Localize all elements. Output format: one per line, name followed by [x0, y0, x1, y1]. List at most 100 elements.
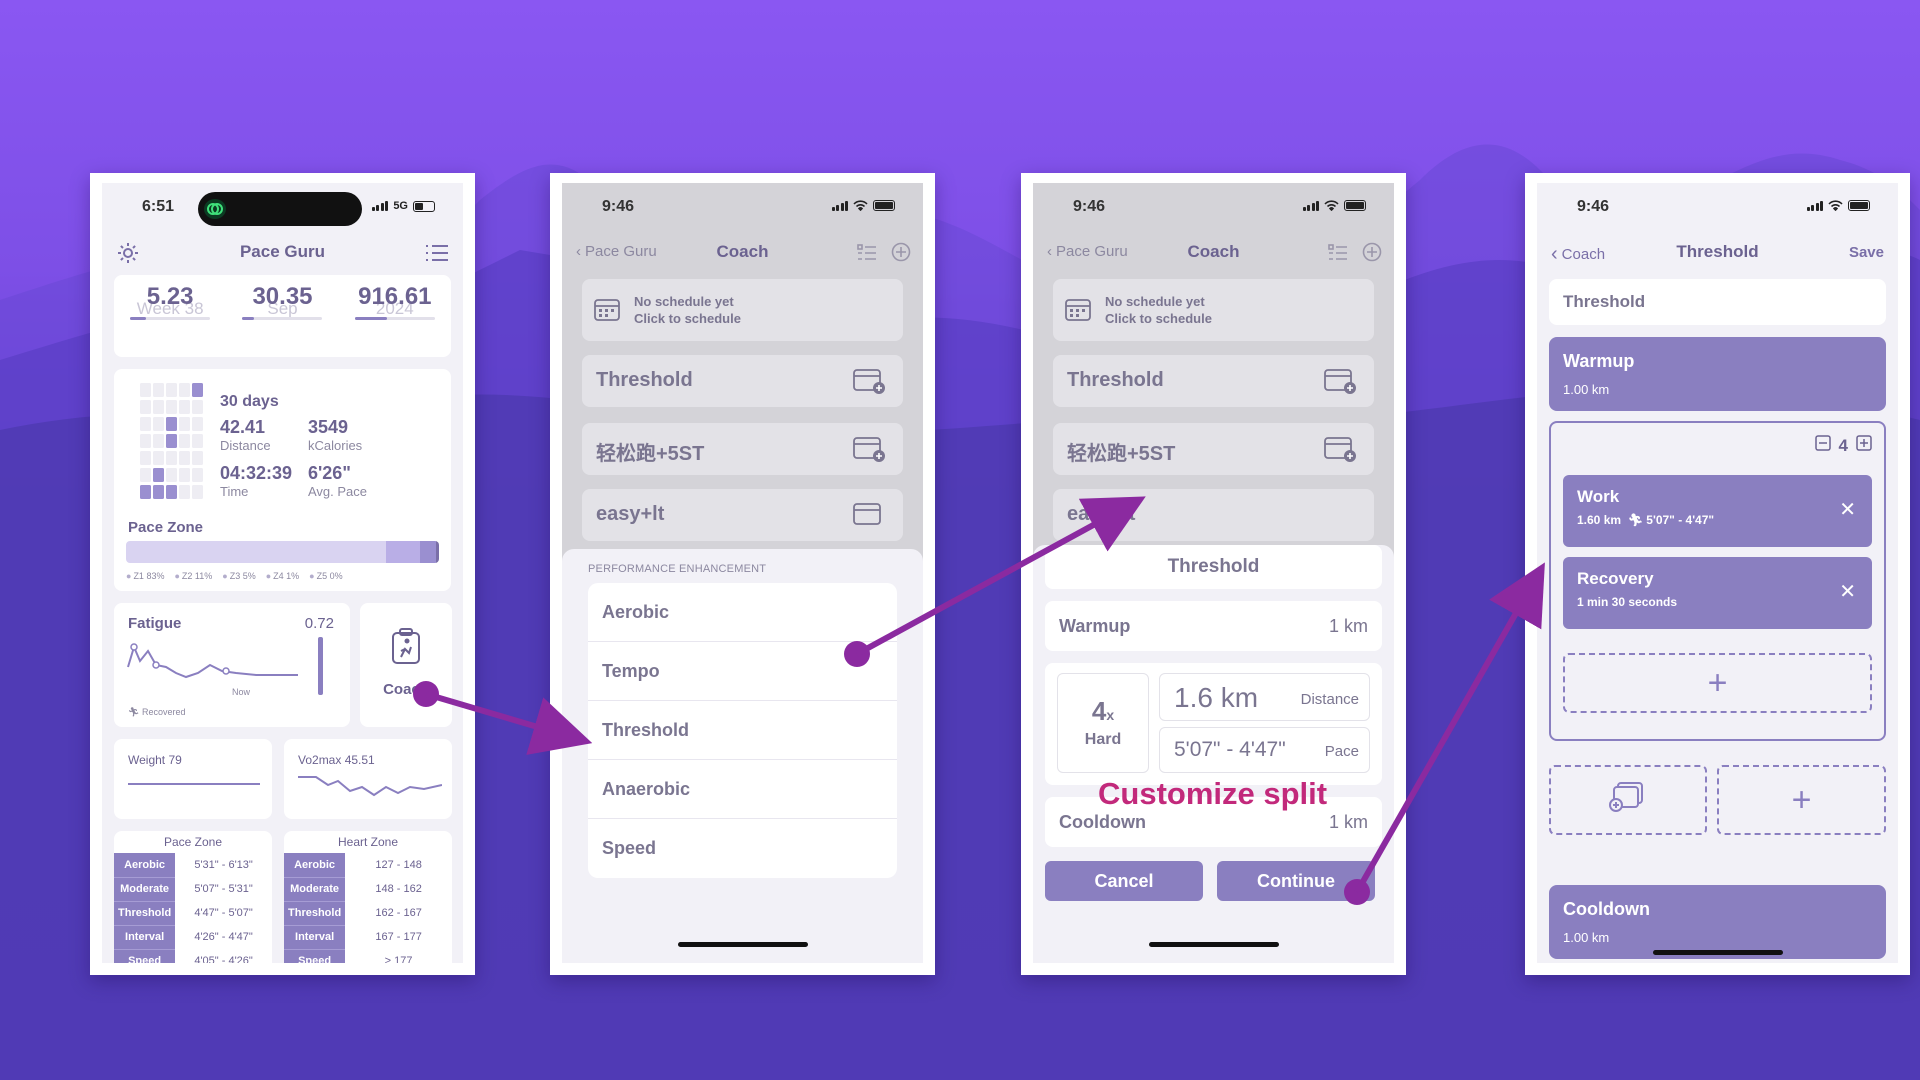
warmup-row[interactable]: Warmup 1 km: [1045, 601, 1382, 651]
day-cell: [153, 417, 164, 431]
day-cell: [140, 400, 151, 414]
status-bar: 9:46: [1537, 183, 1898, 231]
continue-button[interactable]: Continue: [1217, 861, 1375, 901]
coach-navbar: ‹ Pace Guru Coach: [562, 235, 923, 271]
weight-card[interactable]: Weight 79: [114, 739, 272, 819]
option-aerobic[interactable]: Aerobic: [588, 583, 897, 642]
cooldown-title: Cooldown: [1563, 899, 1650, 919]
status-time: 6:51: [142, 198, 175, 215]
day-cell: [140, 417, 151, 431]
plan-threshold[interactable]: Threshold: [582, 355, 903, 407]
calendar-add-icon[interactable]: [853, 367, 887, 400]
warmup-value: 1.00 km: [1563, 382, 1610, 397]
day-cell: [179, 383, 190, 397]
schedule-card[interactable]: No schedule yet Click to schedule: [1053, 279, 1374, 341]
table-row: Moderate 5'07" - 5'31": [114, 877, 272, 902]
stat-progress-bar: [242, 317, 323, 320]
work-title: Work: [1577, 487, 1620, 506]
work-distance: 1.60 km: [1577, 513, 1622, 527]
threshold-editor-screen: 9:46 ‹ Coach Threshold Save Threshold War…: [1537, 183, 1898, 963]
zone-name: Speed: [284, 949, 346, 963]
status-icons: [1302, 200, 1366, 211]
option-threshold[interactable]: Threshold: [588, 701, 897, 760]
stat-value: 30.35: [252, 283, 313, 310]
option-anaerobic[interactable]: Anaerobic: [588, 760, 897, 819]
zone-range: 148 - 162: [375, 883, 422, 895]
table-row: Threshold 162 - 167: [284, 901, 452, 926]
work-pace: 5'07" - 4'47": [1646, 513, 1715, 527]
calendar-icon: [594, 297, 620, 326]
vo2max-label: Vo2max 45.51: [298, 753, 375, 767]
zone-range: 4'26" - 4'47": [194, 931, 253, 943]
repeat-box[interactable]: 4x Hard: [1057, 673, 1149, 773]
calendar-add-icon[interactable]: [853, 435, 887, 468]
minus-square-icon[interactable]: [1814, 435, 1831, 456]
repeat-group: 4 Work 1.60 km 🏃︎ 5'07" - 4'47" ✕ Recove…: [1549, 421, 1886, 741]
table-row: Interval 4'26" - 4'47": [114, 925, 272, 950]
plus-square-icon[interactable]: [1856, 435, 1872, 456]
pace-zone-segment: [385, 541, 421, 563]
list-menu-icon[interactable]: [425, 243, 449, 268]
distance-field[interactable]: 1.6 km Distance: [1159, 673, 1370, 721]
day-cell: [140, 451, 151, 465]
add-repeat-group-button[interactable]: [1549, 765, 1707, 835]
vo2max-card[interactable]: Vo2max 45.51: [284, 739, 452, 819]
option-speed[interactable]: Speed: [588, 819, 897, 878]
runner-icon: 🏃︎: [1627, 513, 1643, 527]
pace-zone-segment: [420, 541, 436, 563]
kcal-value: 3549: [308, 417, 349, 437]
day-cell: [179, 468, 190, 482]
day-cell: [192, 451, 203, 465]
warmup-title: Warmup: [1563, 351, 1635, 371]
calendar-add-icon[interactable]: [1324, 367, 1358, 400]
zone-range: 127 - 148: [375, 859, 422, 871]
calendar-add-icon[interactable]: [853, 501, 887, 534]
day-cell: [166, 383, 177, 397]
coach-list-screen: 9:46 ‹ Pace Guru Coach No schedule yet Cl…: [562, 183, 923, 963]
recovery-step[interactable]: Recovery 1 min 30 seconds ✕: [1563, 557, 1872, 629]
repeat-x: x: [1106, 707, 1115, 723]
table-row: Interval 167 - 177: [284, 925, 452, 950]
cooldown-value: 1.00 km: [1563, 930, 1610, 945]
cooldown-block[interactable]: Cooldown 1.00 km: [1549, 885, 1886, 959]
add-step-button[interactable]: +: [1563, 653, 1872, 713]
fatigue-now-label: Now: [232, 687, 251, 697]
checklist-icon[interactable]: [1328, 243, 1348, 266]
app-title: Pace Guru: [239, 242, 326, 261]
pace-field[interactable]: 5'07" - 4'47" Pace: [1159, 727, 1370, 773]
coach-card[interactable]: Coach: [360, 603, 452, 727]
status-bar: 9:46: [1033, 183, 1394, 231]
editor-navbar: ‹ Coach Threshold Save: [1537, 235, 1898, 271]
workout-name-field[interactable]: Threshold: [1549, 279, 1886, 325]
plan-easy-5st[interactable]: 轻松跑+5ST: [1053, 423, 1374, 475]
days-label: 30 days: [220, 393, 279, 410]
wifi-icon: [853, 200, 868, 211]
warmup-block[interactable]: Warmup 1.00 km: [1549, 337, 1886, 411]
add-circle-icon[interactable]: [1362, 242, 1382, 267]
cancel-button[interactable]: Cancel: [1045, 861, 1203, 901]
zone-name: Interval: [114, 925, 176, 950]
day-cell: [166, 400, 177, 414]
checklist-icon[interactable]: [857, 243, 877, 266]
plan-threshold[interactable]: Threshold: [1053, 355, 1374, 407]
pace-zone-legend-item: Z3 5%: [222, 571, 256, 581]
calendar-add-icon[interactable]: [1324, 435, 1358, 468]
thirty-days-card[interactable]: 30 days 42.41 Distance 3549 kCalories 04…: [114, 369, 451, 591]
add-block-button[interactable]: +: [1717, 765, 1886, 835]
close-icon[interactable]: ✕: [1839, 579, 1856, 604]
day-cell: [166, 451, 177, 465]
plan-easy-lt[interactable]: easy+lt: [1053, 489, 1374, 541]
schedule-card[interactable]: No schedule yet Click to schedule: [582, 279, 903, 341]
add-circle-icon[interactable]: [891, 242, 911, 267]
work-step[interactable]: Work 1.60 km 🏃︎ 5'07" - 4'47" ✕: [1563, 475, 1872, 547]
plan-easy-5st[interactable]: 轻松跑+5ST: [582, 423, 903, 475]
customize-split-annotation: Customize split: [1098, 776, 1328, 811]
save-button[interactable]: Save: [1849, 244, 1884, 261]
option-tempo[interactable]: Tempo: [588, 642, 897, 701]
close-icon[interactable]: ✕: [1839, 497, 1856, 522]
pace-label: Avg. Pace: [308, 484, 368, 499]
app-activity-icon: [204, 199, 226, 219]
plan-easy-lt[interactable]: easy+lt: [582, 489, 903, 541]
fatigue-card[interactable]: Fatigue 0.72 Now 🏃︎ Recovered: [114, 603, 350, 727]
totals-card[interactable]: Week 38 5.23 Sep 30.35 2024 916.61: [114, 275, 451, 357]
